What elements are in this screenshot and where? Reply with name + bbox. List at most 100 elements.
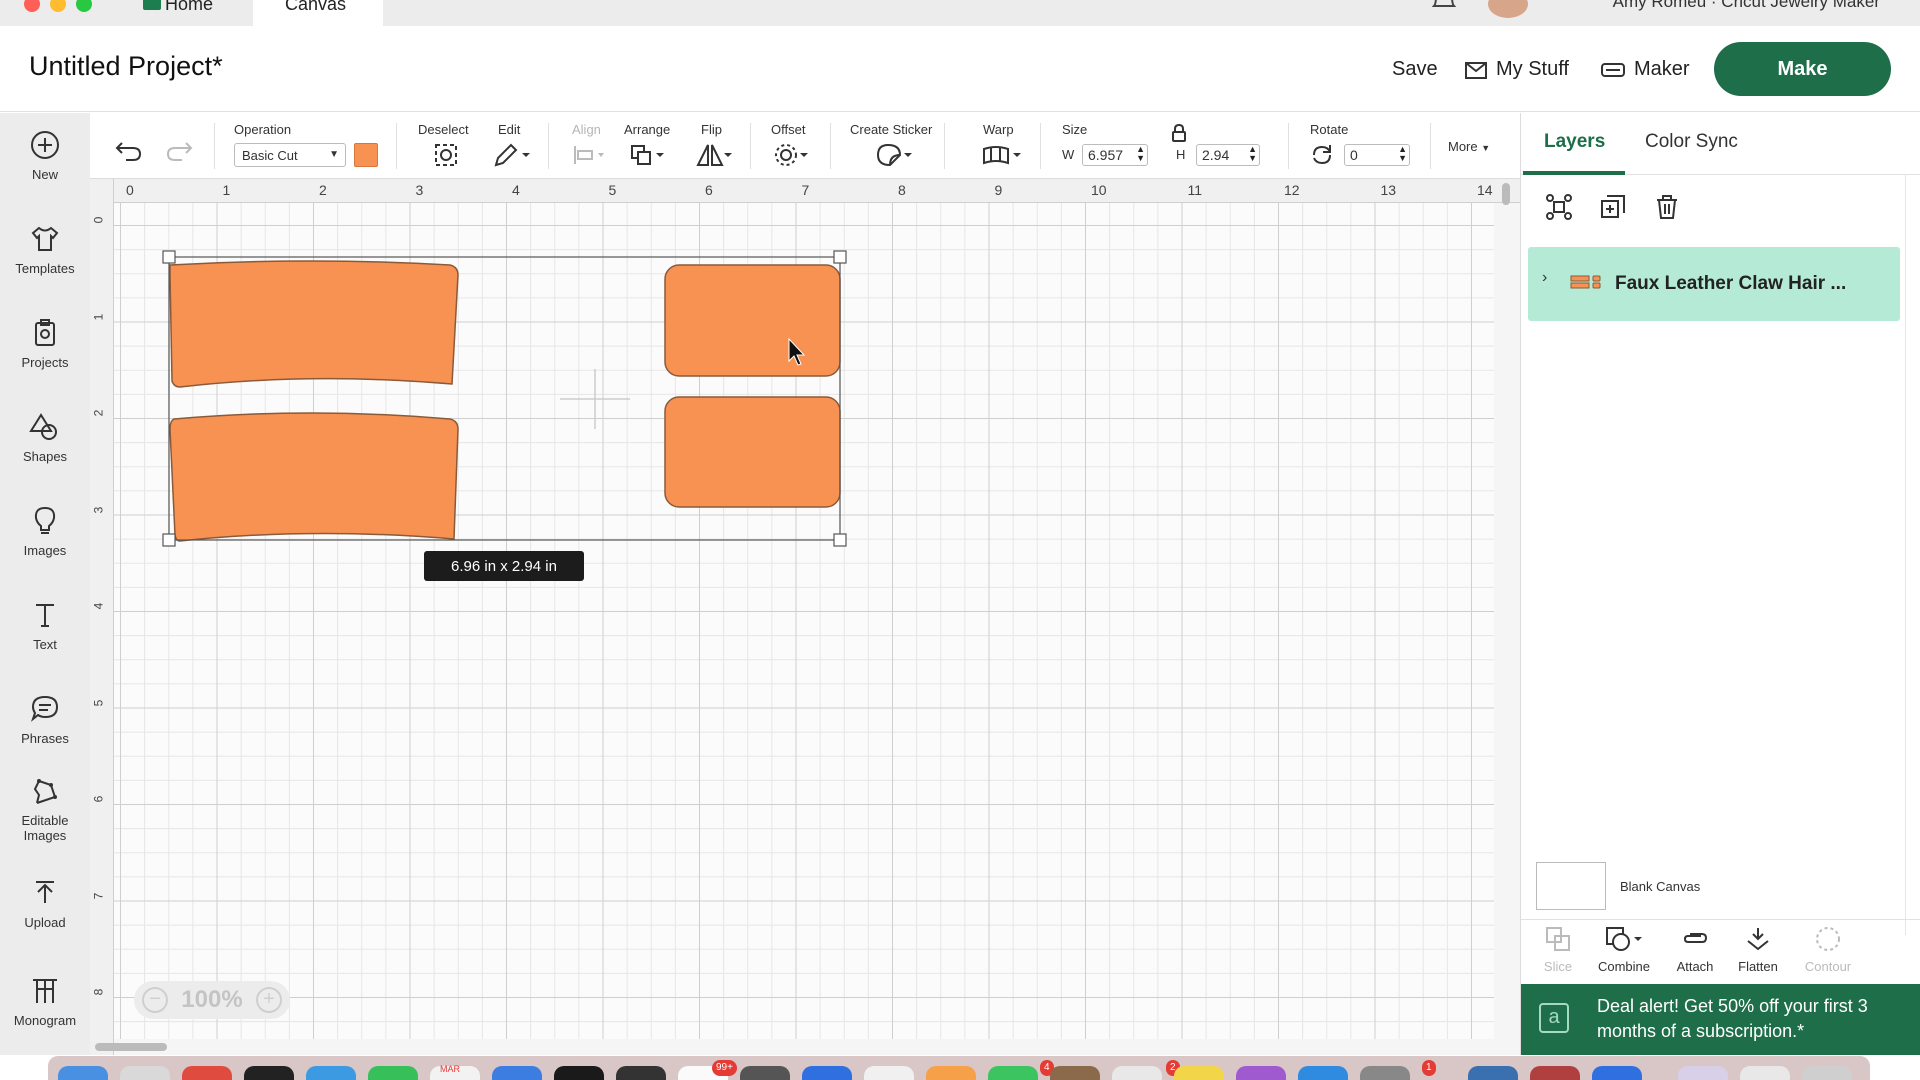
sidebar-item-templates[interactable]: Templates bbox=[0, 223, 90, 276]
app-icon[interactable] bbox=[1050, 1066, 1100, 1080]
sidebar-item-label: Text bbox=[33, 637, 57, 652]
attach-button[interactable]: Attach bbox=[1660, 925, 1730, 974]
sidebar-item-new[interactable]: New bbox=[0, 129, 90, 182]
app-icon[interactable] bbox=[554, 1066, 604, 1080]
zoom-out-button[interactable]: − bbox=[142, 987, 168, 1013]
lock-icon[interactable] bbox=[1170, 123, 1188, 143]
flip-icon[interactable] bbox=[694, 141, 734, 169]
launchpad-icon[interactable] bbox=[120, 1066, 170, 1080]
trash-icon[interactable] bbox=[1802, 1066, 1852, 1080]
app-icon[interactable] bbox=[1530, 1066, 1580, 1080]
selection-handle-top-right[interactable] bbox=[833, 250, 847, 264]
group-icon[interactable] bbox=[1545, 193, 1573, 221]
blank-canvas-swatch[interactable] bbox=[1536, 862, 1606, 910]
stepper-icon[interactable]: ▲ ▼ bbox=[1398, 145, 1407, 163]
tab-home[interactable]: Home bbox=[135, 0, 253, 26]
app-icon[interactable] bbox=[616, 1066, 666, 1080]
calendar-icon[interactable]: MAR bbox=[430, 1064, 480, 1080]
my-stuff-button[interactable]: My Stuff bbox=[1464, 58, 1569, 81]
maps-icon[interactable] bbox=[864, 1066, 914, 1080]
stepper-icon[interactable]: ▲ ▼ bbox=[1136, 145, 1145, 163]
maker-button[interactable]: Maker bbox=[1600, 58, 1690, 81]
align-icon[interactable] bbox=[572, 141, 608, 169]
settings-icon[interactable] bbox=[1360, 1066, 1410, 1080]
offset-icon[interactable] bbox=[772, 141, 812, 169]
combine-button[interactable]: Combine bbox=[1589, 925, 1659, 974]
sticker-icon[interactable] bbox=[874, 141, 914, 169]
save-button[interactable]: Save bbox=[1392, 58, 1438, 81]
faux-leather-strip-bottom[interactable] bbox=[169, 412, 459, 542]
sidebar-item-editable-images[interactable]: Editable Images bbox=[0, 775, 90, 843]
arrange-label: Arrange bbox=[624, 122, 671, 137]
chevron-right-icon[interactable]: › bbox=[1542, 269, 1547, 287]
safari-icon[interactable] bbox=[306, 1066, 356, 1080]
avatar[interactable] bbox=[1488, 0, 1528, 18]
duplicate-icon[interactable] bbox=[1599, 193, 1627, 221]
faux-leather-rect-bottom[interactable] bbox=[664, 396, 841, 508]
more-button[interactable]: More ▼ bbox=[1448, 139, 1490, 154]
messages-icon[interactable] bbox=[368, 1066, 418, 1080]
app-icon[interactable] bbox=[740, 1066, 790, 1080]
sidebar-item-upload[interactable]: Upload bbox=[0, 877, 90, 930]
sidebar-item-phrases[interactable]: Phrases bbox=[0, 693, 90, 746]
maximize-window-icon[interactable] bbox=[76, 0, 92, 12]
operation-color-swatch[interactable] bbox=[354, 143, 378, 167]
app-icon[interactable] bbox=[1592, 1066, 1642, 1080]
sidebar-item-images[interactable]: Images bbox=[0, 505, 90, 558]
app-store-icon[interactable] bbox=[1298, 1066, 1348, 1080]
notes-icon[interactable] bbox=[1174, 1066, 1224, 1080]
faux-leather-rect-top[interactable] bbox=[664, 264, 841, 377]
tab-color-sync[interactable]: Color Sync bbox=[1645, 131, 1738, 153]
app-icon[interactable] bbox=[1468, 1066, 1518, 1080]
finder-icon[interactable] bbox=[58, 1066, 108, 1080]
account-name[interactable]: Amy Romeu · Cricut Jewelry Maker bbox=[1613, 0, 1880, 10]
app-icon[interactable] bbox=[244, 1066, 294, 1080]
warp-icon[interactable] bbox=[980, 141, 1024, 169]
pencil-icon[interactable] bbox=[492, 141, 532, 169]
app-icon[interactable] bbox=[492, 1066, 542, 1080]
faux-leather-strip-top[interactable] bbox=[169, 260, 459, 388]
podcasts-icon[interactable] bbox=[1236, 1066, 1286, 1080]
page-title[interactable]: Untitled Project* bbox=[29, 51, 223, 82]
selection-handle-bottom-left[interactable] bbox=[162, 533, 176, 547]
close-window-icon[interactable] bbox=[24, 0, 40, 12]
app-icon[interactable] bbox=[182, 1066, 232, 1080]
sidebar-item-projects[interactable]: Projects bbox=[0, 317, 90, 370]
flatten-button[interactable]: Flatten bbox=[1723, 925, 1793, 974]
folder-icon[interactable] bbox=[1740, 1066, 1790, 1080]
folder-icon[interactable] bbox=[1678, 1066, 1728, 1080]
layer-row[interactable]: › Faux Leather Claw Hair ... bbox=[1528, 247, 1900, 321]
access-badge-icon: a bbox=[1539, 1003, 1569, 1033]
contour-button[interactable]: Contour bbox=[1793, 925, 1863, 974]
rotate-icon[interactable] bbox=[1308, 141, 1336, 169]
selection-handle-bottom-right[interactable] bbox=[833, 533, 847, 547]
stepper-icon[interactable]: ▲ ▼ bbox=[1248, 145, 1257, 163]
bell-icon[interactable] bbox=[1432, 0, 1456, 8]
arrange-icon[interactable] bbox=[628, 141, 668, 169]
deal-banner[interactable]: a Deal alert! Get 50% off your first 3 m… bbox=[1521, 984, 1920, 1055]
facetime-icon[interactable] bbox=[988, 1066, 1038, 1080]
chevron-down-icon: ▼ bbox=[1481, 143, 1491, 153]
photos-icon[interactable] bbox=[926, 1066, 976, 1080]
sidebar-item-monogram[interactable]: Monogram bbox=[0, 975, 90, 1028]
sidebar-item-shapes[interactable]: Shapes bbox=[0, 411, 90, 464]
tab-layers[interactable]: Layers bbox=[1544, 131, 1605, 153]
sidebar-item-text[interactable]: Text bbox=[0, 599, 90, 652]
selection-handle-top-left[interactable] bbox=[162, 250, 176, 264]
make-button[interactable]: Make bbox=[1714, 42, 1891, 96]
app-icon[interactable] bbox=[802, 1066, 852, 1080]
width-input[interactable]: 6.957 ▲ ▼ bbox=[1082, 144, 1148, 166]
app-icon[interactable] bbox=[1112, 1066, 1162, 1080]
zoom-in-button[interactable]: + bbox=[255, 987, 282, 1013]
undo-icon[interactable] bbox=[114, 135, 144, 163]
tab-canvas[interactable]: Canvas bbox=[253, 0, 383, 26]
design-canvas[interactable]: 0 1 2 3 4 5 6 7 8 9 10 11 12 13 14 012345678 bbox=[90, 179, 1520, 1055]
rotate-input[interactable]: 0 ▲ ▼ bbox=[1344, 144, 1410, 166]
height-input[interactable]: 2.94 ▲ ▼ bbox=[1196, 144, 1260, 166]
minimize-window-icon[interactable] bbox=[50, 0, 66, 12]
slice-button[interactable]: Slice bbox=[1523, 925, 1593, 974]
deselect-icon[interactable] bbox=[432, 141, 460, 169]
operation-select[interactable]: Basic Cut ▼ bbox=[234, 143, 346, 167]
trash-icon[interactable] bbox=[1653, 193, 1681, 221]
redo-icon[interactable] bbox=[164, 135, 194, 163]
